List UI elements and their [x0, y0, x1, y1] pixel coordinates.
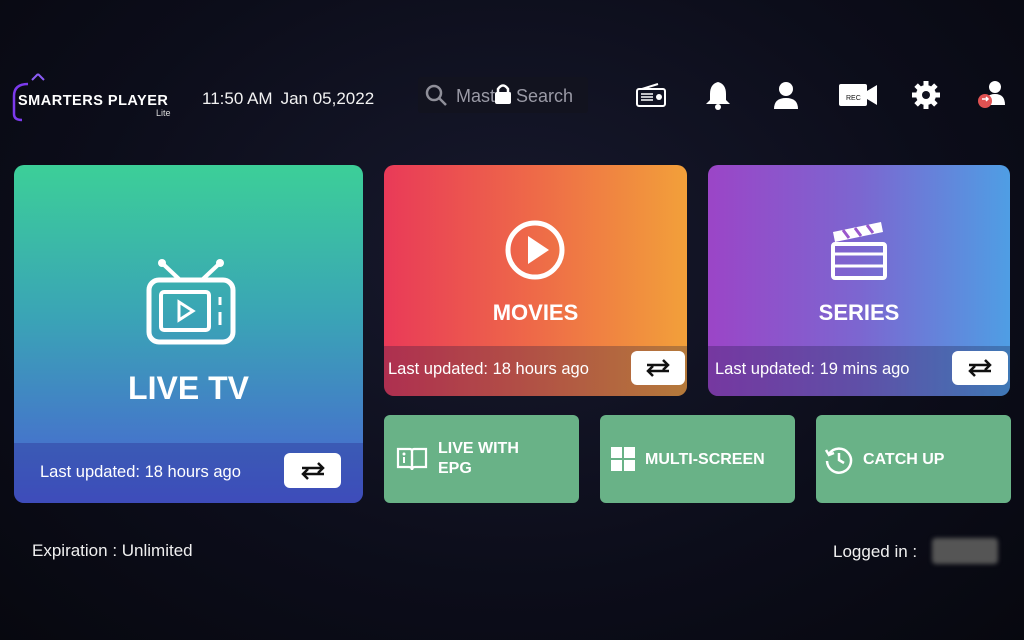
logo-text: SMARTERS PLAYER	[18, 93, 169, 109]
clock: 11:50 AM Jan 05,2022	[202, 89, 382, 109]
refresh-icon	[968, 359, 992, 377]
live-with-epg-button[interactable]: LIVE WITH EPG	[384, 415, 579, 503]
movies-title: MOVIES	[492, 300, 579, 325]
switch-user-icon[interactable]	[976, 78, 1010, 112]
multi-screen-label: MULTI-SCREEN	[645, 451, 765, 468]
catch-up-label: CATCH UP	[863, 451, 945, 468]
live-tv-title: LIVE TV	[128, 370, 249, 406]
svg-text:REC: REC	[846, 95, 861, 102]
rec-icon[interactable]: REC	[838, 78, 878, 112]
refresh-icon	[300, 461, 325, 480]
live-tv-refresh-button[interactable]	[284, 453, 341, 488]
live-tv-tile[interactable]: LIVE TV Last updated: 18 hours ago	[14, 165, 363, 503]
epg-label-line1: LIVE WITH	[438, 440, 519, 457]
grid-icon	[610, 446, 636, 477]
series-title: SERIES	[818, 300, 900, 325]
series-refresh-button[interactable]	[952, 351, 1008, 385]
book-icon	[396, 446, 428, 477]
clapperboard-icon	[829, 218, 889, 285]
epg-label-line2: EPG	[438, 460, 472, 477]
live-tv-updated: Last updated: 18 hours ago	[40, 463, 241, 481]
movies-tile[interactable]: MOVIES Last updated: 18 hours ago	[384, 165, 687, 396]
gear-icon[interactable]	[909, 78, 943, 112]
tv-icon	[146, 257, 236, 352]
series-tile[interactable]: SERIES Last updated: 19 mins ago	[708, 165, 1010, 396]
series-updated: Last updated: 19 mins ago	[715, 360, 910, 378]
lock-icon	[492, 82, 514, 106]
time-text: 11:50 AM	[202, 89, 273, 108]
play-icon	[504, 219, 566, 286]
logged-in-username-redacted	[932, 538, 998, 564]
multi-screen-button[interactable]: MULTI-SCREEN	[600, 415, 795, 503]
history-icon	[824, 445, 854, 480]
refresh-icon	[646, 359, 670, 377]
user-icon[interactable]	[769, 78, 803, 112]
epg-label: LIVE WITH EPG	[438, 439, 519, 479]
search-icon[interactable]	[424, 83, 448, 107]
logged-in-label: Logged in :	[833, 542, 918, 561]
date-text: Jan 05,2022	[280, 89, 375, 108]
catch-up-button[interactable]: CATCH UP	[816, 415, 1011, 503]
movies-updated: Last updated: 18 hours ago	[388, 360, 589, 378]
bell-icon[interactable]	[701, 78, 735, 112]
radio-icon[interactable]	[634, 78, 668, 112]
search-placeholder[interactable]: Master Search	[456, 86, 573, 107]
expiration-text: Expiration : Unlimited	[32, 541, 193, 560]
movies-refresh-button[interactable]	[631, 351, 685, 385]
logo-subtitle: Lite	[156, 108, 171, 118]
